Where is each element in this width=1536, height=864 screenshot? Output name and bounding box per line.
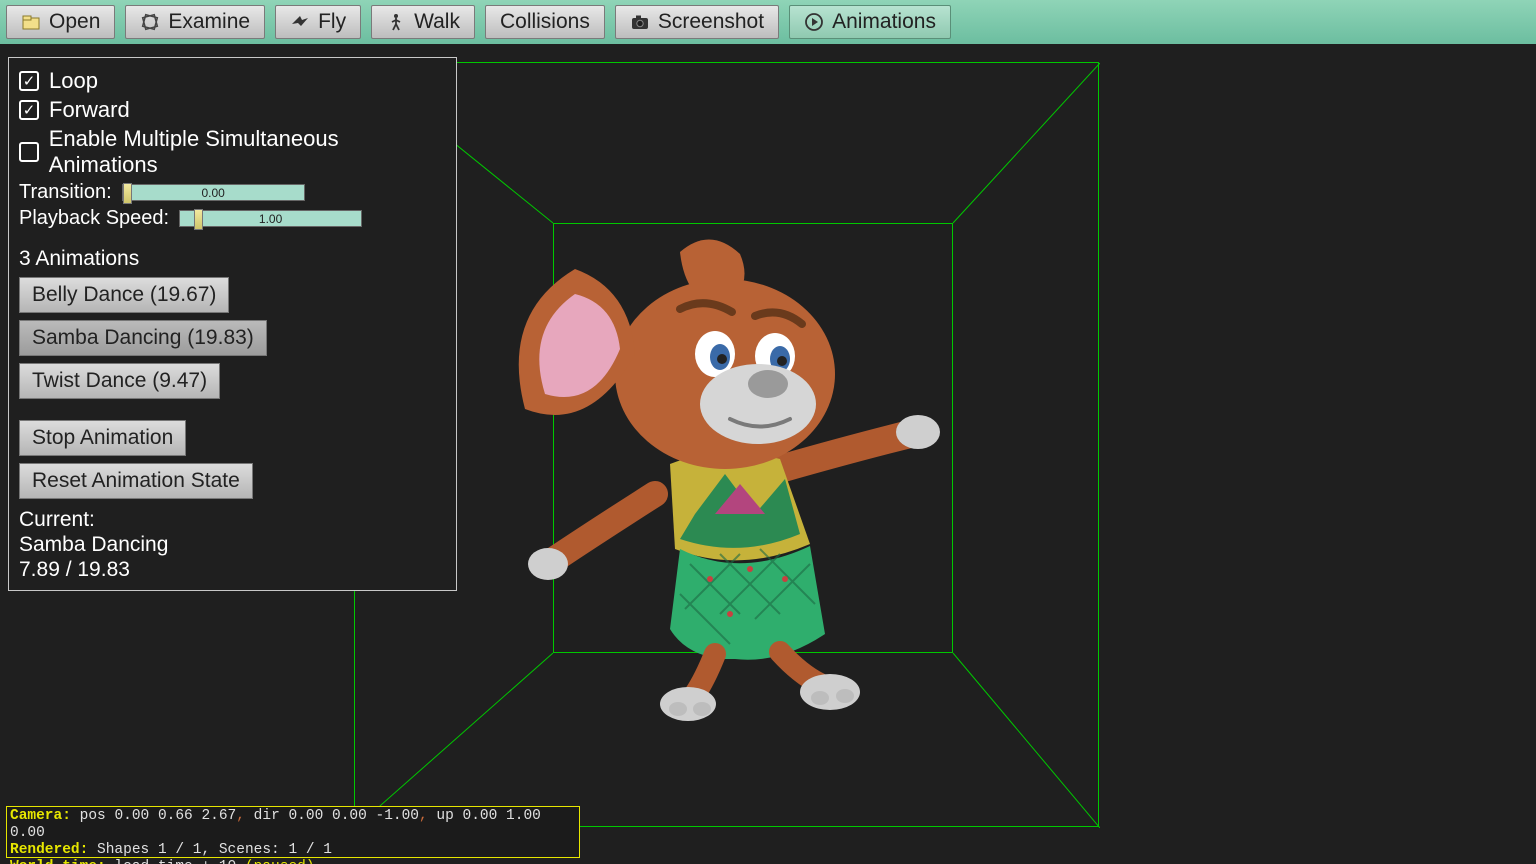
current-time: 7.89 / 19.83	[19, 558, 446, 583]
animations-label: Animations	[832, 10, 936, 34]
collisions-button[interactable]: Collisions	[485, 5, 605, 39]
current-name: Samba Dancing	[19, 533, 446, 558]
transition-label: Transition:	[19, 181, 112, 204]
fly-button[interactable]: Fly	[275, 5, 361, 39]
forward-checkbox-row[interactable]: ✓ Forward	[19, 97, 446, 123]
model-character	[480, 234, 960, 734]
transition-value: 0.00	[123, 186, 304, 200]
collisions-label: Collisions	[500, 10, 590, 34]
examine-button[interactable]: Examine	[125, 5, 265, 39]
status-camera-pos: 0.00 0.66 2.67	[114, 808, 236, 824]
screenshot-label: Screenshot	[658, 10, 764, 34]
examine-label: Examine	[168, 10, 250, 34]
fly-label: Fly	[318, 10, 346, 34]
open-button[interactable]: Open	[6, 5, 115, 39]
open-icon	[21, 12, 41, 32]
multi-checkbox-row[interactable]: Enable Multiple Simultaneous Animations	[19, 126, 446, 178]
main-toolbar: Open Examine Fly Walk Collisions Screens…	[0, 0, 1536, 44]
forward-checkbox[interactable]: ✓	[19, 100, 39, 120]
play-circle-icon	[804, 12, 824, 32]
animations-panel: ✓ Loop ✓ Forward Enable Multiple Simulta…	[8, 57, 457, 591]
status-bar: Camera: pos 0.00 0.66 2.67, dir 0.00 0.0…	[6, 806, 580, 858]
status-camera-key: Camera:	[10, 808, 71, 824]
speed-label: Playback Speed:	[19, 207, 169, 230]
animation-button[interactable]: Samba Dancing (19.83)	[19, 320, 267, 356]
camera-icon	[630, 12, 650, 32]
transition-slider[interactable]: 0.00	[122, 184, 305, 201]
status-world-val: load time + 10	[106, 859, 245, 864]
animation-button[interactable]: Twist Dance (9.47)	[19, 363, 220, 399]
speed-row: Playback Speed: 1.00	[19, 207, 446, 230]
status-world-key: World time:	[10, 859, 106, 864]
current-heading: Current:	[19, 508, 446, 533]
animation-count: 3 Animations	[19, 247, 446, 271]
status-rendered-key: Rendered:	[10, 842, 88, 858]
walk-button[interactable]: Walk	[371, 5, 475, 39]
fly-icon	[290, 12, 310, 32]
open-label: Open	[49, 10, 100, 34]
loop-checkbox[interactable]: ✓	[19, 71, 39, 91]
multi-checkbox[interactable]	[19, 142, 39, 162]
multi-label: Enable Multiple Simultaneous Animations	[49, 126, 446, 178]
reset-animation-button[interactable]: Reset Animation State	[19, 463, 253, 499]
current-animation-status: Current: Samba Dancing 7.89 / 19.83	[19, 508, 446, 582]
status-paused: (paused)	[245, 859, 315, 864]
loop-label: Loop	[49, 68, 98, 94]
animations-button[interactable]: Animations	[789, 5, 951, 39]
speed-value: 1.00	[180, 212, 361, 226]
examine-icon	[140, 12, 160, 32]
walk-icon	[386, 12, 406, 32]
walk-label: Walk	[414, 10, 460, 34]
transition-row: Transition: 0.00	[19, 181, 446, 204]
status-rendered-val: Shapes 1 / 1, Scenes: 1 / 1	[88, 842, 332, 858]
animation-button[interactable]: Belly Dance (19.67)	[19, 277, 229, 313]
screenshot-button[interactable]: Screenshot	[615, 5, 779, 39]
status-camera-dir: 0.00 0.00 -1.00	[288, 808, 419, 824]
forward-label: Forward	[49, 97, 130, 123]
speed-slider[interactable]: 1.00	[179, 210, 362, 227]
stop-animation-button[interactable]: Stop Animation	[19, 420, 186, 456]
loop-checkbox-row[interactable]: ✓ Loop	[19, 68, 446, 94]
